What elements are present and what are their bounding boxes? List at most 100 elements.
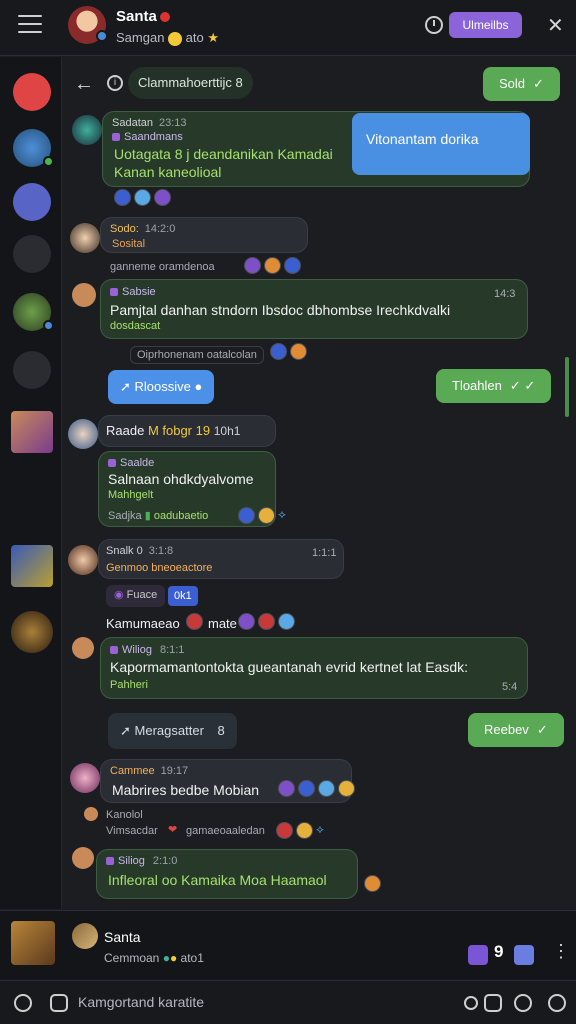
reactions[interactable] [270, 343, 307, 360]
reply-tag-text: Siliog [118, 855, 145, 867]
close-icon[interactable]: ✕ [547, 13, 564, 38]
embed-card[interactable]: Vitonantam dorika [352, 113, 530, 175]
reaction-icon[interactable] [134, 189, 151, 206]
server-icon-discord[interactable] [13, 183, 51, 221]
reaction-icon[interactable] [258, 613, 275, 630]
reactions[interactable] [364, 875, 381, 892]
count-badge[interactable]: 0k1 [168, 586, 198, 606]
reactions[interactable] [186, 613, 203, 630]
timestamp: 23:13 [158, 117, 187, 129]
reaction-icon[interactable] [290, 343, 307, 360]
attach-icon[interactable] [50, 994, 68, 1012]
check-circle-icon[interactable] [514, 994, 532, 1012]
message-input[interactable]: Kamgortand karatite [78, 994, 204, 1010]
info-icon[interactable]: i [107, 75, 123, 91]
avatar[interactable] [70, 763, 100, 793]
online-badge [43, 156, 54, 167]
server-icon-person[interactable] [13, 235, 51, 273]
server-icon-blue[interactable] [13, 129, 54, 167]
avatar[interactable] [68, 6, 108, 44]
message-header: Snalk 0 3:1:8 [106, 545, 173, 557]
emoji-icon [159, 12, 170, 23]
reaction-icon[interactable] [278, 780, 295, 797]
reaction-icon[interactable] [276, 822, 293, 839]
server-icon-gray[interactable] [13, 351, 51, 389]
sent-message-2[interactable]: Tloahlen ✓ ✓ [436, 369, 552, 403]
header-action-button[interactable]: Ulmeilbs [449, 12, 522, 38]
reaction-icon[interactable] [318, 780, 335, 797]
reaction-icon[interactable] [338, 780, 355, 797]
sent-message-3[interactable]: Reebev ✓ [468, 713, 564, 747]
message-sub: Genmoo bneoeactore [106, 562, 213, 574]
reaction-pill[interactable]: ◉ Fuace [106, 585, 166, 607]
dm-thumbnail[interactable] [11, 921, 55, 965]
avatar[interactable] [72, 923, 98, 949]
reaction-icon[interactable] [278, 613, 295, 630]
server-icon-red[interactable] [13, 73, 51, 111]
avatar[interactable] [72, 115, 102, 145]
avatar[interactable] [68, 545, 98, 575]
forward-icon: ➚ [120, 723, 131, 738]
reactions[interactable] [238, 613, 295, 630]
server-thumb-3[interactable] [11, 611, 53, 653]
server-thumb-1[interactable] [11, 411, 53, 453]
reaction-icon[interactable] [258, 507, 275, 524]
server-thumb-2[interactable] [11, 545, 53, 587]
reaction-icon[interactable] [186, 613, 203, 630]
avatar[interactable] [70, 223, 100, 253]
author-name: Raade [106, 423, 145, 438]
emoji-picker-icon[interactable] [14, 994, 32, 1012]
menu-icon[interactable] [18, 15, 42, 35]
forward-button[interactable]: ➚ Meragsatter 8 [108, 713, 237, 749]
download-icon[interactable] [514, 945, 534, 965]
scrollbar[interactable] [565, 357, 569, 417]
avatar[interactable] [72, 847, 94, 869]
channel-pill[interactable]: Clammahoerttijc 8 [128, 67, 253, 99]
back-arrow-icon[interactable]: ← [74, 73, 94, 96]
reaction-icon[interactable] [238, 613, 255, 630]
receive-button[interactable]: ➚ Rloossive ● [108, 370, 215, 404]
reaction-icon[interactable] [270, 343, 287, 360]
reaction-icon[interactable] [154, 189, 171, 206]
subtitle-suffix: ato [185, 30, 204, 45]
reaction-pill-label: Fuace [126, 589, 158, 601]
reactions[interactable]: ⟡ [238, 507, 295, 524]
circle-icon[interactable] [464, 996, 478, 1010]
reaction-icon[interactable] [264, 257, 281, 274]
message-body: Kapormamantontokta gueantanah evrid kert… [110, 659, 468, 675]
more-icon[interactable]: ⋮ [552, 941, 570, 962]
avatar[interactable] [72, 637, 94, 659]
highlight-text: M fobgr 19 [147, 423, 211, 438]
server-icon-green[interactable] [13, 293, 54, 331]
reaction-icon[interactable] [114, 189, 131, 206]
reaction-icon[interactable]: ⟡ [278, 507, 295, 524]
reaction-icon[interactable] [296, 822, 313, 839]
sent-message-1[interactable]: Sold ✓ [483, 67, 560, 101]
reply-tag: Saalde [108, 457, 154, 469]
sticker-icon[interactable] [484, 994, 502, 1012]
dm-bar: Santa Cemmoan ●● ato1 9 ⋮ [0, 910, 576, 980]
reaction-icon[interactable] [284, 257, 301, 274]
reactions[interactable] [114, 189, 171, 206]
reaction-icon[interactable]: ⟡ [316, 822, 333, 839]
reaction-icon[interactable] [244, 257, 261, 274]
subtitle-text: Samgan [116, 30, 165, 45]
reactions[interactable] [278, 780, 355, 797]
avatar[interactable] [68, 419, 98, 449]
reaction-icon[interactable] [364, 875, 381, 892]
compose-bar: Kamgortand karatite [0, 980, 576, 1024]
avatar[interactable] [84, 807, 98, 821]
clock-icon[interactable] [425, 16, 443, 34]
avatar[interactable] [72, 283, 96, 307]
reaction-icon[interactable] [238, 507, 255, 524]
reaction-icon[interactable] [298, 780, 315, 797]
check-icon: ✓ ✓ [509, 378, 536, 393]
screen-share-icon[interactable] [468, 945, 488, 965]
info-icon[interactable] [548, 994, 566, 1012]
reactions[interactable]: ⟡ [276, 822, 333, 839]
reactions[interactable] [244, 257, 301, 274]
chat-subtitle: Samgan ato ★ [116, 30, 219, 46]
dm-count: 9 [494, 942, 504, 961]
timestamp: 1:1:1 [312, 547, 337, 559]
status-dot [96, 30, 108, 42]
